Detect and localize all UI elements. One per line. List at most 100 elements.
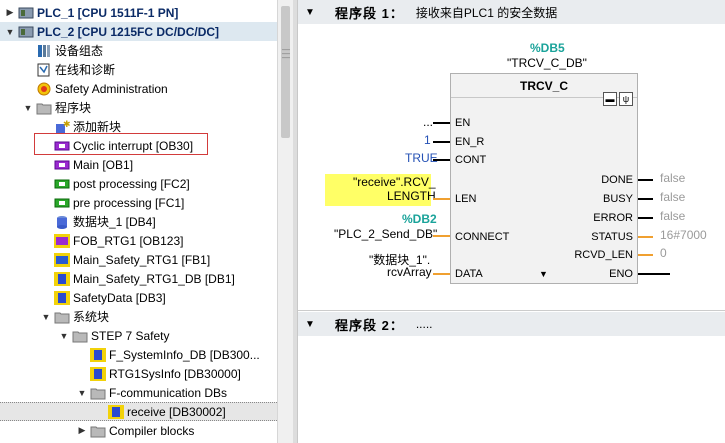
tree-item[interactable]: Main_Safety_RTG1 [FB1] xyxy=(0,250,277,269)
tree-item-label: 数据块_1 [DB4] xyxy=(73,215,156,229)
pin-en-r: EN_R xyxy=(455,136,485,148)
tree-item[interactable]: 数据块_1 [DB4] xyxy=(0,212,277,231)
pin-cont: CONT xyxy=(455,154,487,166)
tree-item[interactable]: ▼ 系统块 xyxy=(0,307,277,326)
network-separator xyxy=(298,310,725,311)
tree-item-label: 系统块 xyxy=(73,310,110,324)
tree-item-label: FOB_RTG1 [OB123] xyxy=(73,233,184,248)
operand-cont[interactable]: TRUE xyxy=(405,151,438,165)
expanded-arrow-icon[interactable]: ▼ xyxy=(4,26,16,38)
tree-item[interactable]: FOB_RTG1 [OB123] xyxy=(0,231,277,250)
safety-symbol-icon[interactable]: ψ xyxy=(619,92,633,106)
folder-icon xyxy=(54,310,70,324)
wire-connect xyxy=(433,235,450,237)
tree-item[interactable]: receive [DB30002] xyxy=(0,402,277,421)
folder-icon xyxy=(72,329,88,343)
pin-data: DATA xyxy=(455,268,483,280)
tree-item[interactable]: 在线和诊断 xyxy=(0,60,277,79)
tree-item-label: Safety Administration xyxy=(55,81,168,96)
tree-item-label: Main [OB1] xyxy=(73,157,134,172)
folder-icon xyxy=(90,424,106,438)
wire-error xyxy=(638,217,653,219)
fc-icon xyxy=(54,177,70,191)
output-rcvd-len[interactable]: 0 xyxy=(660,246,667,260)
tree-item-label: F_SystemInfo_DB [DB300... xyxy=(109,347,260,362)
network-1-comment[interactable]: 接收来自PLC1 的安全数据 xyxy=(416,4,557,21)
operand-data-line2[interactable]: rcvArray xyxy=(387,265,432,279)
tree-item[interactable]: Main [OB1] xyxy=(0,155,277,174)
collapse-arrow-icon[interactable]: ▼ xyxy=(305,7,319,18)
expanded-arrow-icon[interactable]: ▼ xyxy=(40,311,52,323)
operand-en[interactable]: ... xyxy=(423,115,433,129)
plc-icon xyxy=(18,6,34,20)
tree-item-label: Compiler blocks xyxy=(109,423,195,438)
output-error[interactable]: false xyxy=(660,209,685,223)
wire-en-r xyxy=(433,141,450,143)
wire-len xyxy=(433,198,450,200)
plc-icon xyxy=(18,25,34,39)
tree-item[interactable]: RTG1SysInfo [DB30000] xyxy=(0,364,277,383)
expanded-arrow-icon[interactable]: ▼ xyxy=(58,330,70,342)
tree-item[interactable]: pre processing [FC1] xyxy=(0,193,277,212)
operand-len-line2[interactable]: LENGTH xyxy=(387,189,436,203)
operand-connect[interactable]: "PLC_2_Send_DB" xyxy=(334,227,437,241)
wire-busy xyxy=(638,198,653,200)
pin-status: STATUS xyxy=(591,231,633,243)
network-2-comment[interactable]: ..... xyxy=(416,317,433,331)
tree-item[interactable]: F_SystemInfo_DB [DB300... xyxy=(0,345,277,364)
online-diagnostics-icon xyxy=(36,63,52,77)
trcv-c-block[interactable]: TRCV_C ▬ ψ EN EN_R CONT LEN CONNECT DATA … xyxy=(450,73,638,284)
safety-db-icon xyxy=(108,404,124,419)
tree-item[interactable]: Safety Administration xyxy=(0,79,277,98)
wire-data xyxy=(433,273,450,275)
instance-db-name[interactable]: "TRCV_C_DB" xyxy=(507,56,587,70)
tree-scrollbar[interactable]: — — — xyxy=(277,0,293,443)
tree-item[interactable]: SafetyData [DB3] xyxy=(0,288,277,307)
output-status[interactable]: 16#7000 xyxy=(660,228,707,242)
db-icon xyxy=(54,215,70,229)
tree-item[interactable]: ▼ STEP 7 Safety xyxy=(0,326,277,345)
ob-icon xyxy=(54,158,70,172)
collapsed-arrow-icon[interactable]: ▶ xyxy=(76,425,88,437)
scrollbar-thumb[interactable] xyxy=(281,6,290,138)
tree-item[interactable]: ▼ F-communication DBs xyxy=(0,383,277,402)
output-done[interactable]: false xyxy=(660,171,685,185)
tree-item[interactable]: ▼ 程序块 xyxy=(0,98,277,117)
tree-item[interactable]: post processing [FC2] xyxy=(0,174,277,193)
block-expand-icon[interactable]: ▼ xyxy=(539,269,548,279)
tree-item-label: PLC_1 [CPU 1511F-1 PN] xyxy=(37,5,179,20)
tree-item-label: F-communication DBs xyxy=(109,385,228,400)
network-2-body xyxy=(298,336,725,443)
tree-item-label: 设备组态 xyxy=(55,44,104,58)
block-symbol-icon[interactable]: ▬ xyxy=(603,92,617,106)
wire-en xyxy=(433,122,450,124)
network-2-header[interactable]: ▼ 程序段 2： ..... xyxy=(298,312,725,336)
tree-item[interactable]: ▶ Compiler blocks xyxy=(0,421,277,440)
folder-icon xyxy=(90,386,106,400)
block-title: TRCV_C xyxy=(519,79,568,93)
operand-len-line1[interactable]: "receive".RCV_ xyxy=(353,175,436,189)
tree-item-label: 在线和诊断 xyxy=(55,63,116,77)
operand-en-r[interactable]: 1 xyxy=(424,133,431,147)
network-1-header[interactable]: ▼ 程序段 1： 接收来自PLC1 的安全数据 xyxy=(298,0,725,24)
collapse-arrow-icon[interactable]: ▼ xyxy=(305,319,319,330)
expanded-arrow-icon[interactable]: ▼ xyxy=(76,387,88,399)
scrollbar-grip-icon: — — — xyxy=(282,45,290,62)
safety-fb-icon xyxy=(54,252,70,267)
tree-item[interactable]: 设备组态 xyxy=(0,41,277,60)
pin-busy: BUSY xyxy=(603,193,633,205)
tree-item[interactable]: Main_Safety_RTG1_DB [DB1] xyxy=(0,269,277,288)
expanded-arrow-icon[interactable]: ▼ xyxy=(22,102,34,114)
tree-item[interactable]: ▼ PLC_2 [CPU 1215FC DC/DC/DC] xyxy=(0,22,277,41)
network-2-title: 程序段 2： xyxy=(335,317,404,333)
tree-item-label: SafetyData [DB3] xyxy=(73,290,166,305)
tree-item[interactable]: ▶ PLC_1 [CPU 1511F-1 PN] xyxy=(0,3,277,22)
collapsed-arrow-icon[interactable]: ▶ xyxy=(4,7,16,19)
tree-item-label: pre processing [FC1] xyxy=(73,195,185,210)
output-busy[interactable]: false xyxy=(660,190,685,204)
